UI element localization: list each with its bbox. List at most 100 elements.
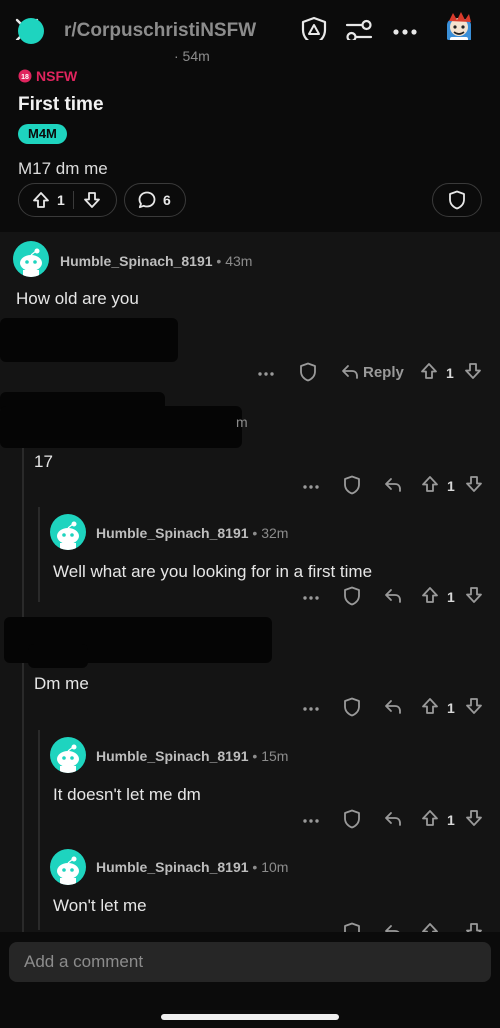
vote-pill: 1: [18, 183, 117, 217]
svg-text:18: 18: [21, 74, 29, 81]
vote-count: 1: [447, 478, 455, 494]
comment-actions: Reply 1: [258, 362, 488, 386]
comment-actions-partial: [343, 922, 488, 932]
shield-icon[interactable]: [343, 922, 361, 932]
shield-icon[interactable]: [343, 809, 361, 829]
downvote-icon[interactable]: [465, 586, 483, 604]
comment-username[interactable]: Humble_Spinach_8191 • 15m: [96, 748, 288, 764]
more-icon[interactable]: [303, 707, 319, 711]
comment-username[interactable]: Humble_Spinach_8191 • 10m: [96, 859, 288, 875]
home-indicator[interactable]: [161, 1014, 339, 1020]
comment-time: • 43m: [212, 253, 253, 269]
post-time: · 54m: [174, 48, 210, 64]
comment-count: 6: [163, 192, 171, 208]
post-title: First time: [18, 94, 104, 115]
downvote-icon[interactable]: [465, 475, 483, 493]
snoo-icon: [57, 744, 79, 773]
comment-text: Dm me: [34, 674, 89, 693]
more-icon[interactable]: [303, 485, 319, 489]
shield-icon[interactable]: [343, 475, 361, 495]
comment-icon: [137, 190, 157, 210]
comment-text: 17: [34, 452, 53, 471]
comment-avatar[interactable]: [50, 514, 86, 550]
upvote-icon[interactable]: [421, 586, 439, 604]
vote-divider: [72, 191, 74, 209]
comment-time: m: [236, 414, 248, 430]
snoo-icon: [20, 248, 42, 277]
upvote-icon[interactable]: [32, 191, 50, 209]
comment-composer: [0, 932, 500, 1028]
redaction: [28, 644, 88, 668]
comment-actions: 1: [303, 697, 488, 721]
reply-icon[interactable]: [384, 699, 402, 715]
shield-icon[interactable]: [343, 586, 361, 606]
downvote-icon[interactable]: [83, 191, 101, 209]
snoo-icon: [57, 856, 79, 885]
nsfw-tag: 18 NSFW: [18, 68, 77, 84]
post-card: · 54m 18 NSFW First time M4M M17 dm me 1…: [0, 18, 500, 232]
add-comment-input[interactable]: [9, 942, 491, 982]
upvote-icon[interactable]: [420, 362, 438, 380]
comment-username[interactable]: Humble_Spinach_8191 • 43m: [60, 253, 252, 269]
post-body: M17 dm me: [18, 159, 108, 178]
post-vote-count: 1: [57, 192, 65, 208]
downvote-icon[interactable]: [465, 697, 483, 715]
downvote-icon[interactable]: [465, 922, 483, 932]
upvote-icon[interactable]: [421, 809, 439, 827]
thread-line: [38, 507, 40, 602]
reply-icon[interactable]: [384, 588, 402, 604]
upvote-icon[interactable]: [421, 475, 439, 493]
redaction: [0, 318, 178, 362]
downvote-icon[interactable]: [464, 362, 482, 380]
comments-button[interactable]: 6: [124, 183, 186, 217]
username-text[interactable]: Humble_Spinach_8191: [96, 859, 249, 875]
comment-time: • 15m: [248, 748, 289, 764]
shield-icon: [449, 190, 465, 210]
downvote-icon[interactable]: [465, 809, 483, 827]
upvote-icon[interactable]: [421, 697, 439, 715]
subreddit-name[interactable]: r/CorpuschristiNSFW: [64, 20, 256, 42]
reply-icon[interactable]: [384, 477, 402, 493]
comment-text: How old are you: [16, 289, 139, 308]
reply-icon[interactable]: [384, 811, 402, 827]
thread-line: [38, 730, 40, 930]
reply-icon[interactable]: [384, 924, 402, 932]
username-text[interactable]: Humble_Spinach_8191: [96, 748, 249, 764]
comment-username[interactable]: Humble_Spinach_8191 • 32m: [96, 525, 288, 541]
vote-count: 1: [447, 812, 455, 828]
reply-button[interactable]: Reply: [363, 364, 404, 381]
snoo-icon: [57, 521, 79, 550]
comment-avatar[interactable]: [50, 849, 86, 885]
comment-time: • 32m: [248, 525, 289, 541]
shield-icon[interactable]: [343, 697, 361, 717]
comment-username: m: [236, 414, 248, 430]
more-icon[interactable]: [303, 819, 319, 823]
mod-shield-button[interactable]: [432, 183, 482, 217]
comment-actions: 1: [303, 586, 488, 610]
more-icon[interactable]: [303, 596, 319, 600]
more-icon[interactable]: [258, 372, 274, 376]
redaction: [0, 406, 242, 448]
post-flair[interactable]: M4M: [18, 124, 67, 144]
comment-actions: 1: [303, 809, 488, 833]
nsfw-label: NSFW: [36, 68, 78, 84]
post-author-avatar[interactable]: [18, 18, 44, 44]
comment-text: It doesn't let me dm: [53, 785, 201, 804]
comment-avatar[interactable]: [13, 241, 49, 277]
comment-avatar[interactable]: [50, 737, 86, 773]
thread-line: [22, 397, 24, 932]
nsfw-icon: 18: [18, 69, 32, 83]
vote-count: 1: [447, 589, 455, 605]
comment-text: Won't let me: [53, 896, 147, 915]
comment-text: Well what are you looking for in a first…: [53, 562, 373, 581]
reply-icon[interactable]: [341, 364, 359, 380]
username-text[interactable]: Humble_Spinach_8191: [60, 253, 213, 269]
more-icon[interactable]: [393, 29, 417, 35]
comment-time: • 10m: [248, 859, 289, 875]
username-text[interactable]: Humble_Spinach_8191: [96, 525, 249, 541]
vote-count: 1: [446, 365, 454, 381]
comment-actions: 1: [303, 475, 488, 499]
shield-icon[interactable]: [299, 362, 317, 382]
comment-thread: Humble_Spinach_8191 • 43m How old are yo…: [0, 232, 500, 932]
upvote-icon[interactable]: [421, 922, 439, 932]
